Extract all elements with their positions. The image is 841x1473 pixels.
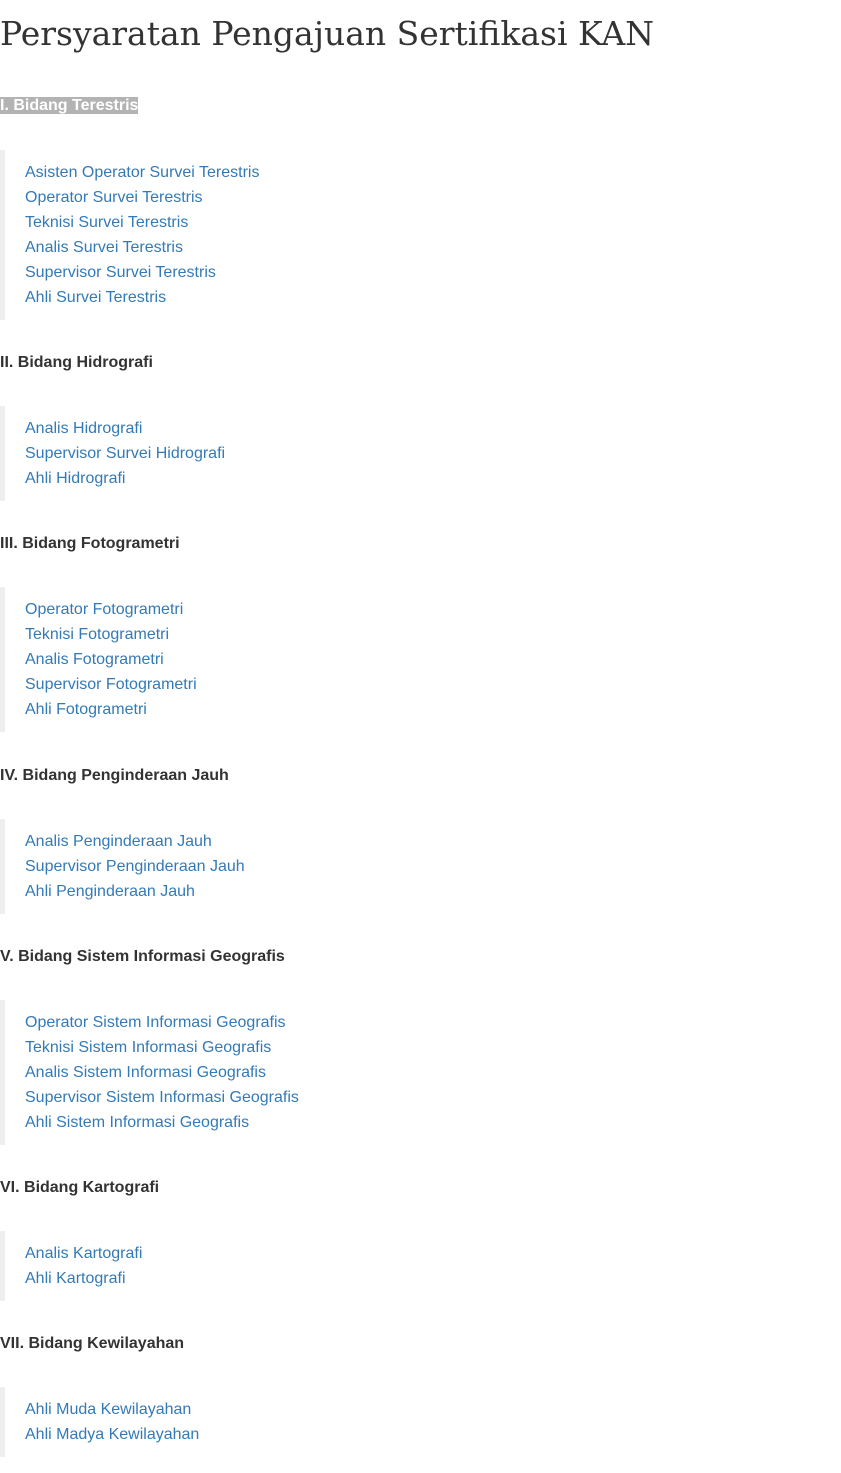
section-kewilayahan: VII. Bidang Kewilayahan Ahli Muda Kewila…: [0, 1334, 841, 1473]
list-item: Analis Fotogrametri: [25, 647, 841, 672]
link-list: Analis Penginderaan Jauh Supervisor Peng…: [0, 819, 841, 914]
list-item: Asisten Operator Survei Terestris: [25, 160, 841, 185]
list-item: Teknisi Sistem Informasi Geografis: [25, 1035, 841, 1060]
section-hidrografi: II. Bidang Hidrografi Analis Hidrografi …: [0, 353, 841, 517]
section-sistem-informasi-geografis: V. Bidang Sistem Informasi Geografis Ope…: [0, 947, 841, 1161]
link-operator-survei-terestris[interactable]: Operator Survei Terestris: [25, 189, 203, 206]
list-item: Ahli Madya Kewilayahan: [25, 1422, 841, 1447]
link-list: Analis Hidrografi Supervisor Survei Hidr…: [0, 406, 841, 501]
list-item: Ahli Muda Kewilayahan: [25, 1397, 841, 1422]
link-teknisi-survei-terestris[interactable]: Teknisi Survei Terestris: [25, 214, 188, 231]
section-heading: III. Bidang Fotogrametri: [0, 535, 180, 552]
link-ahli-fotogrametri[interactable]: Ahli Fotogrametri: [25, 701, 147, 718]
link-ahli-muda-kewilayahan[interactable]: Ahli Muda Kewilayahan: [25, 1401, 191, 1418]
link-operator-fotogrametri[interactable]: Operator Fotogrametri: [25, 601, 183, 618]
link-operator-sistem-informasi-geografis[interactable]: Operator Sistem Informasi Geografis: [25, 1014, 286, 1031]
page-title: Persyaratan Pengajuan Sertifikasi KAN: [0, 14, 655, 53]
link-analis-survei-terestris[interactable]: Analis Survei Terestris: [25, 239, 183, 256]
link-ahli-penginderaan-jauh[interactable]: Ahli Penginderaan Jauh: [25, 883, 195, 900]
link-analis-fotogrametri[interactable]: Analis Fotogrametri: [25, 651, 164, 668]
link-list: Analis Kartografi Ahli Kartografi: [0, 1231, 841, 1301]
link-ahli-survei-terestris[interactable]: Ahli Survei Terestris: [25, 289, 166, 306]
link-supervisor-penginderaan-jauh[interactable]: Supervisor Penginderaan Jauh: [25, 858, 245, 875]
section-heading: II. Bidang Hidrografi: [0, 354, 153, 371]
link-analis-hidrografi[interactable]: Analis Hidrografi: [25, 420, 142, 437]
section-heading-text: I. Bidang Terestris: [0, 97, 139, 114]
list-item: Supervisor Survei Terestris: [25, 260, 841, 285]
section-terestris: I. Bidang Terestris Asisten Operator Sur…: [0, 96, 841, 336]
list-item: Analis Penginderaan Jauh: [25, 829, 841, 854]
list-item: Operator Fotogrametri: [25, 597, 841, 622]
list-item: Teknisi Fotogrametri: [25, 622, 841, 647]
list-item: Ahli Fotogrametri: [25, 697, 841, 722]
link-list: Operator Sistem Informasi Geografis Tekn…: [0, 1000, 841, 1145]
link-analis-kartografi[interactable]: Analis Kartografi: [25, 1245, 142, 1262]
list-item: Ahli Penginderaan Jauh: [25, 879, 841, 904]
list-item: Supervisor Penginderaan Jauh: [25, 854, 841, 879]
list-item: Supervisor Survei Hidrografi: [25, 441, 841, 466]
link-supervisor-survei-hidrografi[interactable]: Supervisor Survei Hidrografi: [25, 445, 225, 462]
list-item: Operator Survei Terestris: [25, 185, 841, 210]
list-item: Ahli Hidrografi: [25, 466, 841, 491]
section-heading: VI. Bidang Kartografi: [0, 1179, 160, 1196]
link-list: Asisten Operator Survei Terestris Operat…: [0, 150, 841, 320]
link-analis-penginderaan-jauh[interactable]: Analis Penginderaan Jauh: [25, 833, 212, 850]
link-list: Ahli Muda Kewilayahan Ahli Madya Kewilay…: [0, 1387, 841, 1457]
section-fotogrametri: III. Bidang Fotogrametri Operator Fotogr…: [0, 534, 841, 748]
link-teknisi-fotogrametri[interactable]: Teknisi Fotogrametri: [25, 626, 169, 643]
section-heading: V. Bidang Sistem Informasi Geografis: [0, 948, 285, 965]
link-asisten-operator-survei-terestris[interactable]: Asisten Operator Survei Terestris: [25, 164, 259, 181]
list-item: Operator Sistem Informasi Geografis: [25, 1010, 841, 1035]
link-supervisor-survei-terestris[interactable]: Supervisor Survei Terestris: [25, 264, 216, 281]
link-supervisor-sistem-informasi-geografis[interactable]: Supervisor Sistem Informasi Geografis: [25, 1089, 299, 1106]
list-item: Supervisor Fotogrametri: [25, 672, 841, 697]
list-item: Ahli Kartografi: [25, 1266, 841, 1291]
list-item: Analis Survei Terestris: [25, 235, 841, 260]
link-supervisor-fotogrametri[interactable]: Supervisor Fotogrametri: [25, 676, 197, 693]
link-ahli-hidrografi[interactable]: Ahli Hidrografi: [25, 470, 125, 487]
list-item: Analis Hidrografi: [25, 416, 841, 441]
section-heading: VII. Bidang Kewilayahan: [0, 1335, 185, 1352]
link-list: Operator Fotogrametri Teknisi Fotogramet…: [0, 587, 841, 732]
link-teknisi-sistem-informasi-geografis[interactable]: Teknisi Sistem Informasi Geografis: [25, 1039, 271, 1056]
list-item: Ahli Sistem Informasi Geografis: [25, 1110, 841, 1135]
list-item: Supervisor Sistem Informasi Geografis: [25, 1085, 841, 1110]
link-ahli-kartografi[interactable]: Ahli Kartografi: [25, 1270, 126, 1287]
link-ahli-sistem-informasi-geografis[interactable]: Ahli Sistem Informasi Geografis: [25, 1114, 249, 1131]
section-kartografi: VI. Bidang Kartografi Analis Kartografi …: [0, 1178, 841, 1317]
link-ahli-madya-kewilayahan[interactable]: Ahli Madya Kewilayahan: [25, 1426, 199, 1443]
list-item: Analis Sistem Informasi Geografis: [25, 1060, 841, 1085]
section-penginderaan-jauh: IV. Bidang Penginderaan Jauh Analis Peng…: [0, 766, 841, 930]
section-heading: I. Bidang Terestris: [0, 96, 841, 116]
list-item: Teknisi Survei Terestris: [25, 210, 841, 235]
section-heading: IV. Bidang Penginderaan Jauh: [0, 767, 229, 784]
list-item: Analis Kartografi: [25, 1241, 841, 1266]
link-analis-sistem-informasi-geografis[interactable]: Analis Sistem Informasi Geografis: [25, 1064, 266, 1081]
list-item: Ahli Survei Terestris: [25, 285, 841, 310]
